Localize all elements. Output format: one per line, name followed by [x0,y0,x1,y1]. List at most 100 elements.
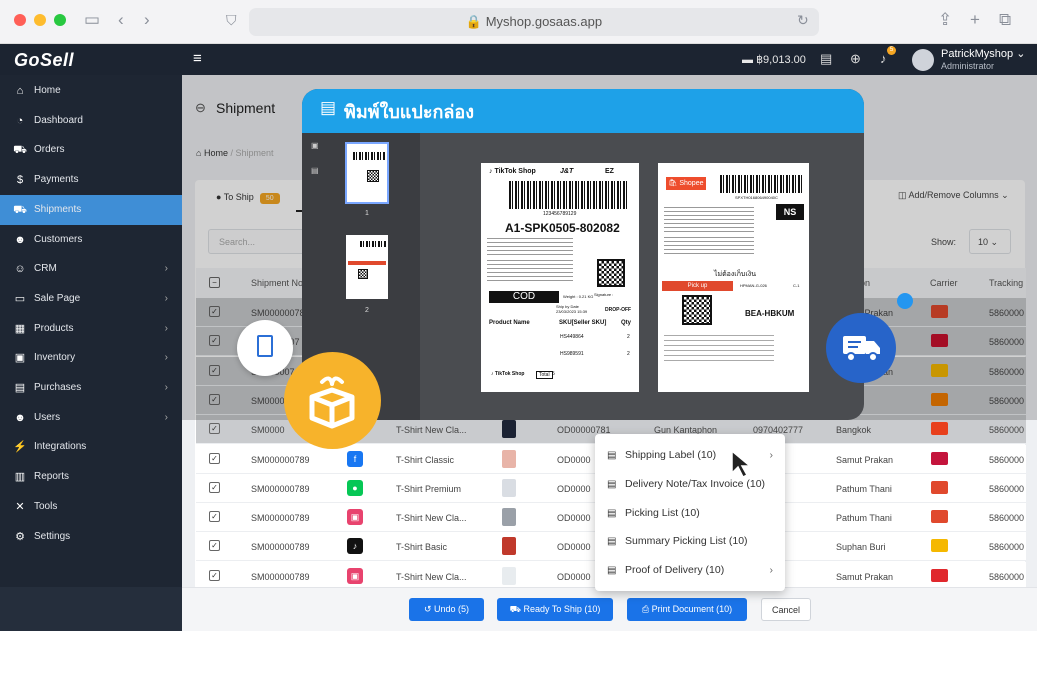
shield-icon[interactable]: ⛉ [226,12,237,29]
menu-item-summary-picking-list[interactable]: ▤ Summary Picking List (10) [595,527,785,556]
row-checkbox[interactable]: ✓ [209,452,220,464]
row-checkbox[interactable]: ✓ [209,511,220,523]
dashboard-icon: ◔ [16,114,24,127]
minimize-window-button[interactable] [34,14,46,26]
sidebar-item-users[interactable]: ☻ Users › [0,403,182,433]
sidebar-item-customers[interactable]: ☻ Customers [0,225,182,255]
sidebar-item-shipments[interactable]: ⛟ Shipments [0,194,182,225]
cancel-button[interactable]: Cancel [761,598,811,621]
avatar[interactable] [912,49,934,71]
menu-item-shipping-label[interactable]: ▤ Shipping Label (10) › [595,441,785,470]
label1-col-qty: Qty [621,320,632,326]
row-checkbox[interactable]: ✓ [209,481,220,493]
menu-item-proof-of-delivery[interactable]: ▤ Proof of Delivery (10) › [595,556,785,585]
back-arrow-icon[interactable]: ‹ [118,10,124,30]
chevron-right-icon: › [164,352,168,364]
undo-button[interactable]: ↺ Undo (5) [409,598,484,621]
share-icon[interactable]: ⇪ [938,10,952,30]
document-icon: ▤ [607,536,617,548]
row-checkbox[interactable]: ✓ [209,569,220,581]
app-logo[interactable]: GoSell [14,50,74,71]
label1-cod: COD [489,291,559,303]
add-circle-icon[interactable]: ⊕ [850,51,861,67]
sidebar-item-sale-page[interactable]: ▭ Sale Page › [0,284,182,314]
settings-icon: ⚙ [15,530,25,543]
delivery-truck-fab[interactable] [826,313,896,383]
wallet-balance[interactable]: ▬ ฿9,013.00 [742,53,806,66]
label2-hub-slot: C-1 [793,283,800,288]
sidebar-item-label: Reports [34,471,70,483]
outline-icon[interactable]: ▤ [311,166,319,175]
label2-qr [682,295,712,325]
channel-icon: ♪ [347,538,363,555]
sidebar-item-purchases[interactable]: ▤ Purchases › [0,373,182,403]
carrier-logo [931,451,948,465]
label1-barcode [509,181,627,209]
undo-label: Undo (5) [434,604,470,614]
sidebar-item-orders[interactable]: ⛟ Orders [0,135,182,165]
label1-total-qty: 5 [552,371,555,377]
ready-label: Ready To Ship (10) [523,604,601,614]
channel-icon: f [347,450,363,467]
cell-order-no: OD0000 [557,571,591,582]
lock-icon: 🔒 [465,14,483,29]
print-document-button[interactable]: ⎙ Print Document (10) [627,598,747,621]
sidebar-item-tools[interactable]: ✕ Tools [0,492,182,522]
user-role: Administrator [941,61,995,71]
sidebar-item-inventory[interactable]: ▣ Inventory › [0,343,182,373]
cell-shipment-no: SM000000789 [251,483,310,494]
new-tab-icon[interactable]: + [970,10,980,30]
sidebar-item-reports[interactable]: ▥ Reports [0,462,182,492]
menu-item-delivery-note-tax-invoice[interactable]: ▤ Delivery Note/Tax Invoice (10) [595,470,785,499]
sidebar-item-integrations[interactable]: ⚡ Integrations [0,432,182,462]
notification-badge: 5 [887,46,896,55]
forward-arrow-icon[interactable]: › [144,10,150,30]
open-box-fab[interactable] [284,352,381,449]
label2-collect: ไม่ต้องเก็บเงิน [714,271,756,278]
user-menu[interactable]: PatrickMyshop ⌄ Administrator [941,48,1025,72]
row-checkbox[interactable]: ✓ [209,423,220,435]
calculator-icon[interactable]: ▤ [820,51,832,67]
ready-to-ship-button[interactable]: ⛟ Ready To Ship (10) [497,598,613,621]
thumb-barcode [360,241,386,247]
menu-item-picking-list[interactable]: ▤ Picking List (10) [595,499,785,528]
reload-icon[interactable]: ↻ [797,12,809,29]
sidebar-item-label: Integrations [34,441,87,453]
bell-icon[interactable]: ♪ [880,51,887,66]
close-window-button[interactable] [14,14,26,26]
thumbnail-page-1[interactable] [345,142,389,204]
cell-product: T-Shirt Classic [396,454,455,465]
row-checkbox[interactable]: ✓ [209,540,220,552]
sidebar-footer [0,587,182,631]
shopee-logo: 🛍 Shopee [666,177,706,190]
sidebar-item-label: Tools [34,500,58,512]
receipt-icon: ▤ [320,98,337,117]
document-icon: ▤ [607,507,617,519]
cell-tracking: 5860000 [989,542,1025,553]
label1-col-product: Product Name [489,320,530,326]
label1-col-sku: SKU[Seller SKU] [559,320,607,326]
label1-item2-sku: HS989591 [560,351,584,357]
sidebar-item-crm[interactable]: ☺ CRM › [0,254,182,284]
product-thumbnail [502,566,516,585]
channel-icon: ▣ [347,509,363,526]
sidebar-toggle-icon[interactable]: ▭ [84,10,100,30]
product-thumbnail [502,478,516,497]
sidebar-item-home[interactable]: ⌂ Home [0,76,182,106]
chevron-right-icon: › [164,292,168,304]
menu-hamburger-icon[interactable]: ≡ [193,50,202,67]
cell-shipment-no: SM000000789 [251,513,310,524]
channel-icon: ● [347,479,363,496]
label1-signature: Signature : [594,292,614,297]
tabs-overview-icon[interactable]: ⧉ [999,10,1011,30]
sidebar-item-dashboard[interactable]: ◔ Dashboard [0,106,182,136]
thumbnail-page-2[interactable] [346,235,388,299]
url-bar[interactable]: 🔒 Myshop.gosaas.app [249,8,819,36]
thumb-red-bar [348,261,386,265]
maximize-window-button[interactable] [54,14,66,26]
carrier-logo [931,539,948,553]
panel-toggle-icon[interactable]: ▣ [311,141,319,150]
sidebar-item-products[interactable]: ▦ Products › [0,314,182,344]
sidebar-item-payments[interactable]: $ Payments [0,165,182,195]
sidebar-item-settings[interactable]: ⚙ Settings [0,522,182,552]
